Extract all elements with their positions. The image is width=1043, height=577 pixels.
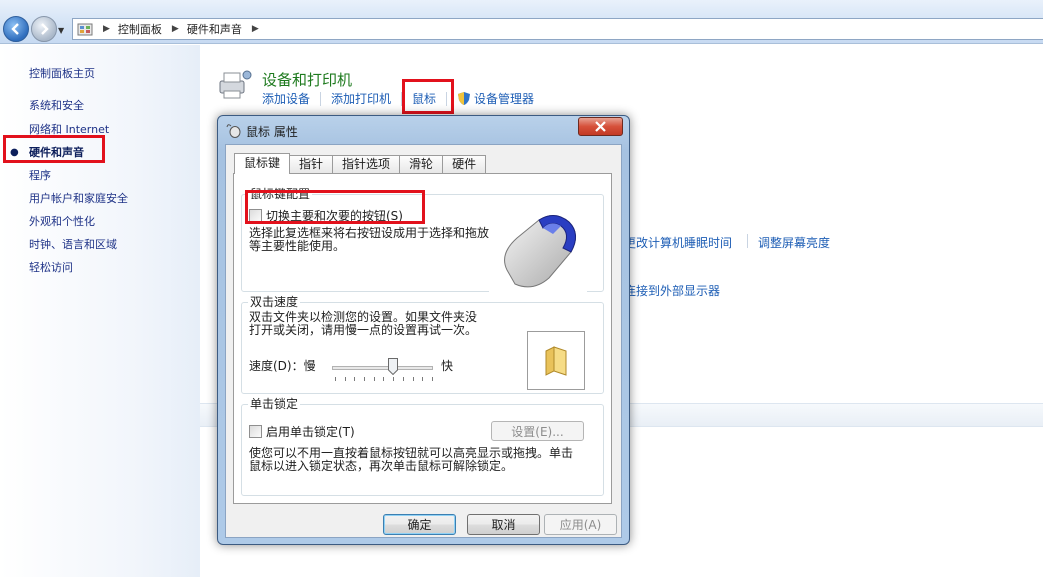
switch-buttons-description: 选择此复选框来将右按钮设成用于选择和拖放 等主要性能使用。: [249, 227, 489, 253]
back-button[interactable]: [3, 16, 29, 42]
tab-buttons[interactable]: 鼠标键: [234, 153, 291, 174]
tab-hardware[interactable]: 硬件: [442, 155, 487, 174]
folder-icon: [545, 345, 567, 376]
tab-pointers[interactable]: 指针: [289, 155, 334, 174]
click-lock-group: 单击锁定 启用单击锁定(T) 设置(E)... 使您可以不用一直按着鼠标按钮就可…: [241, 397, 604, 496]
breadcrumb-item-hardware-sound[interactable]: 硬件和声音: [187, 21, 242, 37]
nav-item-control-panel-home[interactable]: 控制面板主页: [29, 65, 95, 81]
control-panel-icon: [77, 23, 93, 36]
devices-links-row: 添加设备 添加打印机 鼠标 设备管理器: [262, 90, 534, 107]
adjust-brightness-link[interactable]: 调整屏幕亮度: [758, 234, 830, 251]
tab-wheel[interactable]: 滑轮: [399, 155, 444, 174]
tab-strip: 鼠标键 指针 指针选项 滑轮 硬件: [234, 153, 487, 174]
close-icon: [595, 121, 606, 132]
nav-item-ease-of-access[interactable]: 轻松访问: [29, 259, 73, 275]
forward-button[interactable]: [31, 16, 57, 42]
arrow-right-icon: [41, 23, 49, 35]
cancel-button[interactable]: 取消: [467, 514, 540, 535]
test-folder[interactable]: [527, 331, 585, 390]
divider: [320, 91, 322, 106]
speed-slow-label: 速度(D)：慢: [249, 359, 316, 373]
breadcrumb-item-control-panel[interactable]: 控制面板: [118, 21, 162, 37]
description-line: 等主要性能使用。: [249, 239, 346, 253]
nav-item-appearance[interactable]: 外观和个性化: [29, 213, 95, 229]
add-printer-link[interactable]: 添加打印机: [331, 90, 391, 107]
description-line: 鼠标以进入锁定状态，再次单击鼠标可解除锁定。: [249, 459, 514, 473]
group-title-double-click-speed: 双击速度: [248, 295, 301, 309]
breadcrumb-separator-icon[interactable]: ▶: [252, 24, 259, 34]
click-lock-description: 使您可以不用一直按着鼠标按钮就可以高亮显示或拖拽。单击 鼠标以进入锁定状态，再次…: [249, 447, 573, 473]
highlight-box-hardware-sound: [3, 135, 105, 163]
device-manager-link[interactable]: 设备管理器: [474, 90, 534, 107]
uac-shield-icon: [458, 92, 471, 105]
speed-fast-label: 快: [441, 359, 454, 373]
connect-external-display-link[interactable]: 连接到外部显示器: [624, 282, 720, 299]
double-click-speed-slider[interactable]: [332, 366, 433, 370]
ok-button[interactable]: 确定: [383, 514, 456, 535]
sleep-time-link[interactable]: 更改计算机睡眠时间: [624, 234, 732, 251]
apply-button[interactable]: 应用(A): [544, 514, 617, 535]
mouse-illustration-icon: [504, 215, 576, 288]
section-title-devices-printers[interactable]: 设备和打印机: [262, 69, 352, 90]
click-lock-settings-button[interactable]: 设置(E)...: [491, 421, 584, 441]
address-bar: ▼ ▶ 控制面板 ▶ 硬件和声音 ▶: [0, 0, 1043, 44]
mouse-properties-dialog: 鼠标 属性 鼠标键 指针 指针选项 滑轮 硬件 鼠标键配置 切换主要和次要的按钮…: [217, 115, 630, 545]
mouse-icon: [226, 124, 241, 138]
slider-ticks: [335, 377, 433, 381]
recent-pages-dropdown-icon[interactable]: ▼: [58, 26, 64, 35]
add-device-link[interactable]: 添加设备: [262, 90, 310, 107]
double-click-speed-group: 双击速度 双击文件夹以检测您的设置。如果文件夹没 打开或关闭，请用慢一点的设置再…: [241, 295, 604, 394]
printer-icon[interactable]: [216, 67, 252, 101]
arrow-left-icon: [11, 23, 19, 35]
nav-item-programs[interactable]: 程序: [29, 167, 51, 183]
close-button[interactable]: [578, 117, 623, 136]
nav-item-clock-language-region[interactable]: 时钟、语言和区域: [29, 236, 117, 252]
highlight-box-switch-buttons: [245, 190, 425, 224]
click-lock-label[interactable]: 启用单击锁定(T): [266, 423, 355, 440]
left-navigation: 控制面板主页 系统和安全 网络和 Internet ● 硬件和声音 程序 用户帐…: [0, 45, 200, 577]
breadcrumb-separator-icon[interactable]: ▶: [103, 24, 110, 34]
description-line: 打开或关闭，请用慢一点的设置再试一次。: [249, 323, 478, 337]
highlight-box-mouse-link: [402, 79, 454, 114]
mouse-illustration: [489, 204, 587, 296]
tab-pointer-options[interactable]: 指针选项: [332, 155, 401, 174]
group-title-click-lock: 单击锁定: [248, 397, 301, 411]
slider-thumb[interactable]: [388, 358, 399, 375]
nav-item-user-accounts[interactable]: 用户帐户和家庭安全: [29, 190, 128, 206]
dialog-title: 鼠标 属性: [246, 125, 298, 139]
nav-item-system-security[interactable]: 系统和安全: [29, 97, 84, 113]
breadcrumb-separator-icon[interactable]: ▶: [172, 24, 179, 34]
click-lock-row[interactable]: 启用单击锁定(T): [249, 423, 355, 440]
breadcrumb[interactable]: ▶ 控制面板 ▶ 硬件和声音 ▶: [72, 18, 1043, 40]
click-lock-checkbox[interactable]: [249, 425, 262, 438]
double-click-description: 双击文件夹以检测您的设置。如果文件夹没 打开或关闭，请用慢一点的设置再试一次。: [249, 311, 477, 337]
divider: [747, 234, 748, 248]
